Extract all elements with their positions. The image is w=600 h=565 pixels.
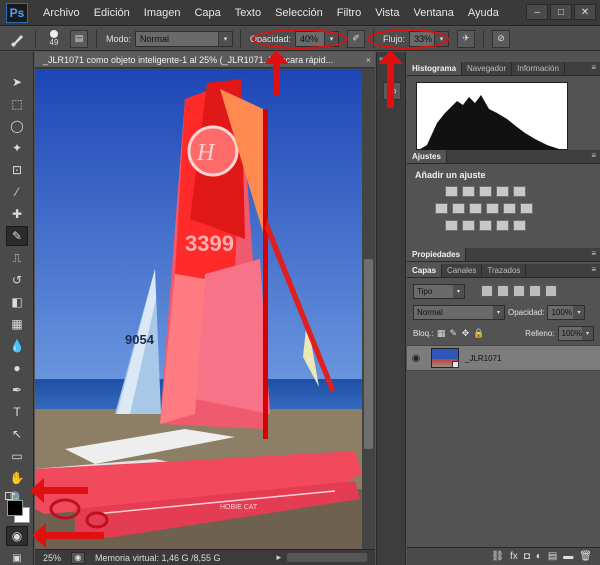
arrow-left-colors bbox=[30, 478, 88, 503]
arrow-up-opacity bbox=[264, 50, 289, 96]
arrow-up-flow bbox=[378, 50, 403, 108]
foreground-color-swatch[interactable] bbox=[7, 500, 23, 516]
annotation-arrows bbox=[30, 50, 403, 548]
arrow-left-quickmask bbox=[32, 523, 104, 548]
